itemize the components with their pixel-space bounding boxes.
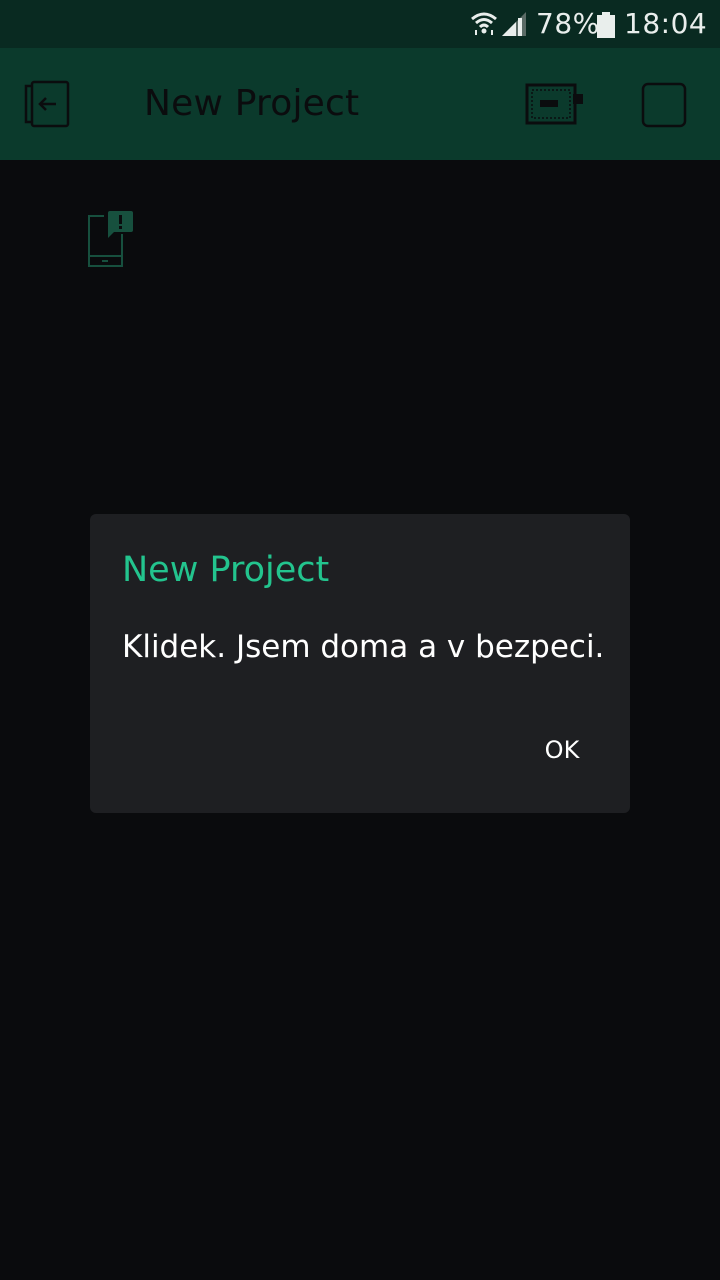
alert-dialog: New Project Klidek. Jsem doma a v bezpec… (90, 514, 630, 813)
battery-icon (597, 12, 615, 42)
stop-icon (640, 82, 688, 133)
notification-widget-icon (84, 211, 136, 276)
stop-button[interactable] (640, 81, 688, 129)
status-time: 18:04 (624, 7, 708, 40)
cell-signal-icon (500, 12, 528, 40)
project-title: New Project (144, 83, 360, 124)
dialog-message: Klidek. Jsem doma a v bezpeci. (122, 629, 605, 665)
ok-button[interactable]: OK (514, 726, 610, 774)
battery-percent: 78% (536, 7, 600, 40)
device-button[interactable] (524, 82, 586, 126)
app-bar: New Project (0, 48, 720, 160)
wifi-icon (470, 10, 498, 40)
exit-project-button[interactable] (22, 80, 74, 128)
status-bar: 78% 18:04 (0, 0, 720, 48)
dialog-title: New Project (122, 550, 330, 590)
exit-project-icon (22, 80, 74, 132)
notification-widget[interactable] (84, 208, 136, 272)
device-icon (524, 83, 586, 130)
app-screen: 78% 18:04 New Project New Project Klidek… (0, 0, 720, 1280)
